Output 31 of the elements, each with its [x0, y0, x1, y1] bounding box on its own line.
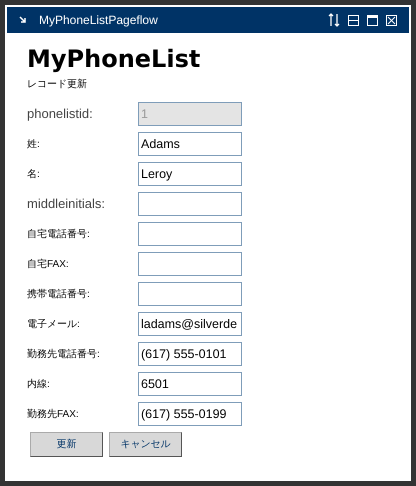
- field-label: 自宅電話番号:: [27, 228, 91, 242]
- restore-icon[interactable]: [348, 14, 359, 26]
- form-button[interactable]: 更新: [30, 432, 103, 457]
- field-label: 姓:: [27, 138, 41, 152]
- input-field[interactable]: Adams: [138, 132, 242, 156]
- input-field[interactable]: ladams@silverde: [138, 312, 242, 336]
- form-button[interactable]: キャンセル: [109, 432, 182, 457]
- input-field[interactable]: [138, 222, 242, 246]
- input-field[interactable]: (617) 555-0101: [138, 342, 242, 366]
- page-subtitle: レコード更新: [27, 78, 88, 92]
- field-label: phonelistid:: [27, 105, 94, 124]
- maximize-icon[interactable]: [367, 14, 378, 26]
- field-label: 勤務先FAX:: [27, 408, 80, 422]
- field-label: 自宅FAX:: [27, 258, 70, 272]
- field-label: 勤務先電話番号:: [27, 348, 101, 362]
- input-field[interactable]: [138, 282, 242, 306]
- input-field[interactable]: Leroy: [138, 162, 242, 186]
- page-heading: MyPhoneList: [27, 45, 202, 73]
- input-field[interactable]: [138, 252, 242, 276]
- field-label: 内線:: [27, 378, 51, 392]
- field-label: 名:: [27, 168, 41, 182]
- input-field[interactable]: 6501: [138, 372, 242, 396]
- window-title: MyPhoneListPageflow: [39, 12, 159, 29]
- input-field[interactable]: (617) 555-0199: [138, 402, 242, 426]
- input-field[interactable]: [138, 192, 242, 216]
- field-label: 電子メール:: [27, 318, 81, 332]
- field-label: 携帯電話番号:: [27, 288, 91, 302]
- close-icon[interactable]: [386, 14, 397, 26]
- sort-icon[interactable]: [328, 13, 340, 27]
- arrow-icon[interactable]: [19, 16, 27, 24]
- field-label: middleinitials:: [27, 195, 106, 214]
